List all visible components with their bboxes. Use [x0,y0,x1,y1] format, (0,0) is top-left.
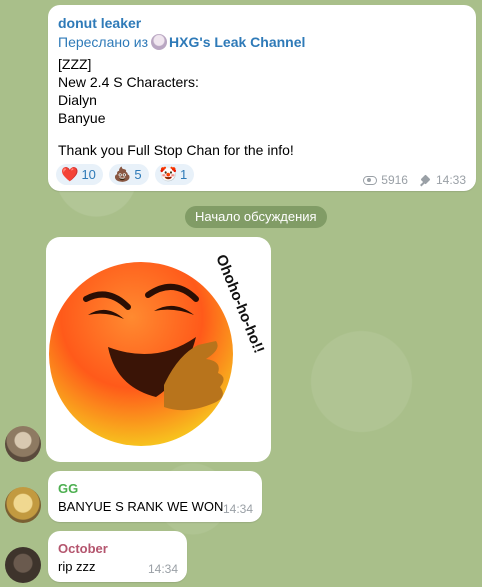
message-text: BANYUE S RANK WE WON [58,499,224,514]
poop-icon: 💩 [113,166,132,182]
message-line: Banyue [58,110,106,126]
reaction-count: 5 [134,167,142,182]
user-avatar[interactable] [5,426,41,462]
clown-icon: 🤡 [159,166,178,182]
reaction-clown[interactable]: 🤡 1 [154,164,195,185]
sender-name[interactable]: donut leaker [58,15,141,31]
eye-icon [363,175,378,185]
heart-icon: ❤️ [61,166,79,182]
message-line: Thank you Full Stop Chan for the info! [58,142,294,158]
reaction-poop[interactable]: 💩 5 [108,164,149,185]
discussion-start-divider: Начало обсуждения [185,206,327,228]
forwarded-message[interactable]: donut leaker Переслано из HXG's Leak Chan… [48,5,476,191]
view-count: 5916 [381,173,408,187]
forwarded-prefix: Переслано из [58,34,149,50]
channel-name[interactable]: HXG's Leak Channel [169,34,305,50]
message-meta: 5916 14:33 [363,173,466,187]
message-line: [ZZZ] [58,56,92,72]
sticker-message[interactable]: Ohoho-ho-ho!! [46,237,271,462]
reactions-bar: ❤️ 10 💩 5 🤡 1 [56,164,195,185]
comment-message[interactable]: October rip zzz 14:34 [48,531,187,582]
message-time: 14:33 [435,173,466,187]
channel-avatar-icon [151,34,168,50]
reaction-count: 10 [81,167,96,182]
sender-name[interactable]: GG [58,481,78,496]
user-avatar-october[interactable] [5,547,41,583]
reaction-heart[interactable]: ❤️ 10 [56,164,103,185]
message-line: New 2.4 S Characters: [58,74,199,90]
sender-name[interactable]: October [58,541,108,556]
message-time: 14:34 [147,562,178,576]
message-time: 14:34 [222,502,253,516]
reaction-count: 1 [180,167,188,182]
user-avatar-gg[interactable] [5,487,41,523]
laughing-face-sticker: Ohoho-ho-ho!! [49,252,267,446]
message-line: Dialyn [58,92,97,108]
pin-icon [420,174,432,186]
comment-message[interactable]: GG BANYUE S RANK WE WON 14:34 [48,471,262,522]
forwarded-from[interactable]: Переслано из HXG's Leak Channel [58,34,305,50]
message-text: rip zzz [58,559,96,574]
